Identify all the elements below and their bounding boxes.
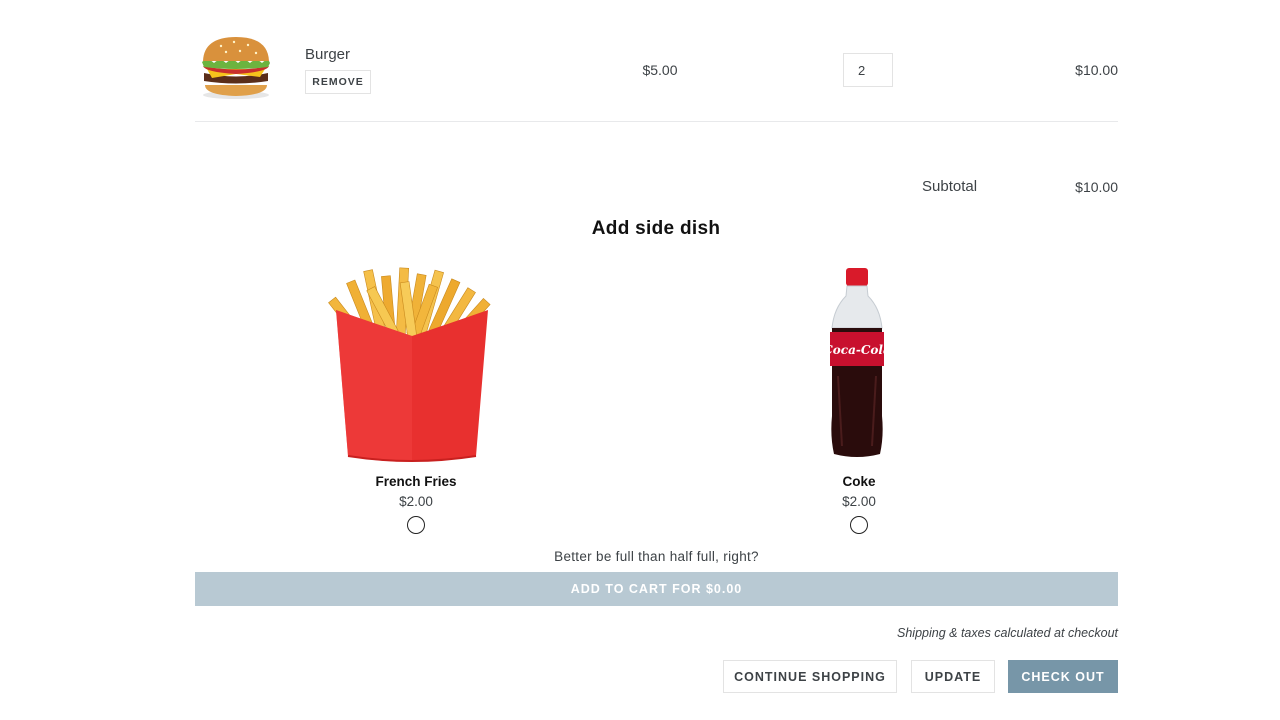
- quantity-input[interactable]: [843, 53, 893, 87]
- add-side-to-cart-button[interactable]: ADD TO CART FOR $0.00: [195, 572, 1118, 606]
- burger-image: [196, 33, 276, 101]
- shipping-note: Shipping & taxes calculated at checkout: [897, 626, 1118, 640]
- coke-image: Coca-Cola: [822, 266, 892, 462]
- cart-item-price: $5.00: [642, 62, 678, 78]
- cart-item-total: $10.00: [1075, 62, 1118, 78]
- french-fries-radio[interactable]: [407, 516, 425, 534]
- checkout-button[interactable]: CHECK OUT: [1008, 660, 1118, 693]
- side-dish-title: Add side dish: [591, 218, 721, 239]
- french-fries-image: [326, 266, 498, 466]
- svg-text:Coca-Cola: Coca-Cola: [823, 343, 891, 357]
- update-button[interactable]: UPDATE: [911, 660, 995, 693]
- side-option-name: Coke: [842, 474, 876, 489]
- subtotal-value: $10.00: [1075, 179, 1118, 195]
- remove-button[interactable]: REMOVE: [305, 70, 371, 94]
- subtotal-label: Subtotal: [922, 178, 978, 195]
- side-dish-tagline: Better be full than half full, right?: [554, 549, 759, 564]
- coke-radio[interactable]: [850, 516, 868, 534]
- divider: [195, 121, 1118, 122]
- continue-shopping-button[interactable]: CONTINUE SHOPPING: [723, 660, 897, 693]
- side-option-price: $2.00: [399, 494, 433, 509]
- side-option-price: $2.00: [842, 494, 876, 509]
- cart-item-name[interactable]: Burger: [305, 46, 350, 63]
- side-option-name: French Fries: [375, 474, 457, 489]
